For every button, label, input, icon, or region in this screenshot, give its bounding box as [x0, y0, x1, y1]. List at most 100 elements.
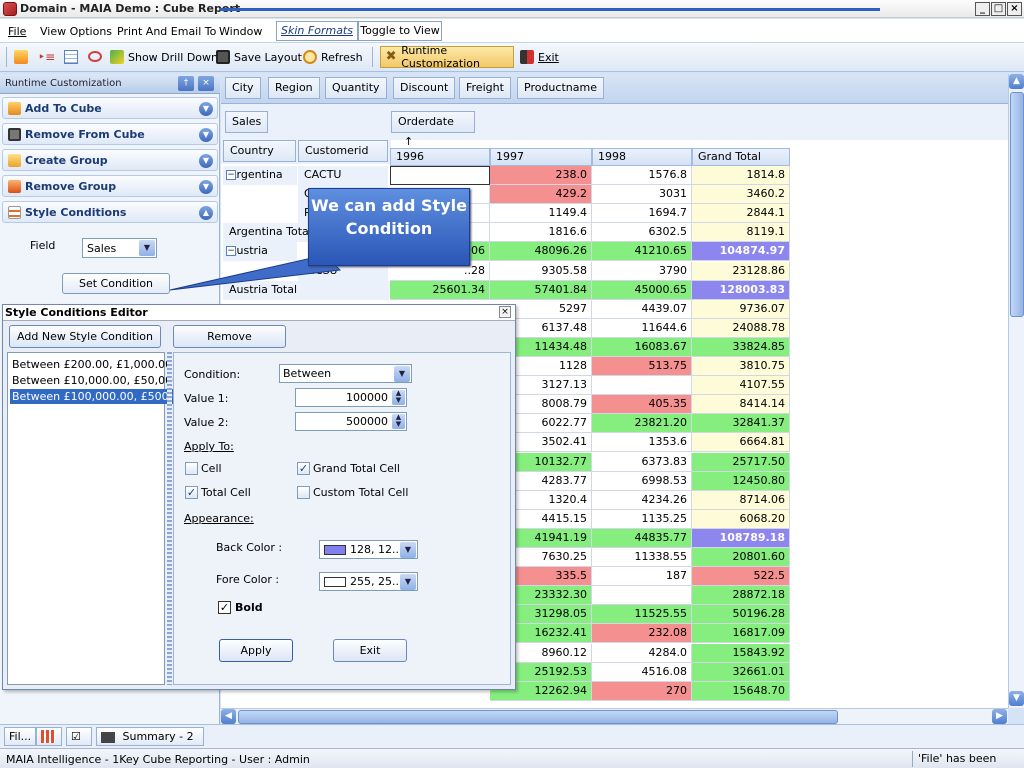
grid-cell[interactable]: 32841.37 — [692, 414, 790, 434]
grid-cell[interactable]: 6998.53 — [592, 471, 692, 491]
apply-button[interactable]: Apply — [219, 639, 293, 662]
section-add-to-cube[interactable]: Add To Cube ▼ — [2, 97, 218, 119]
list-item[interactable]: Between £10,000.00, £50,000 — [10, 373, 181, 388]
save-layout-button[interactable]: Save Layout — [216, 50, 302, 64]
grid-cell[interactable]: 8119.1 — [692, 223, 790, 243]
horizontal-scroll-thumb[interactable] — [238, 710, 838, 724]
chevron-down-icon[interactable]: ▼ — [199, 128, 213, 142]
grid-cell[interactable]: 25717.50 — [692, 452, 790, 472]
grid-cell[interactable] — [390, 166, 490, 185]
list-item-selected[interactable]: Between £100,000.00, £500,0 — [10, 389, 182, 404]
grid-cell[interactable]: 1814.8 — [692, 166, 790, 185]
grid-cell[interactable]: 41210.65 — [592, 242, 692, 262]
section-style-conditions[interactable]: Style Conditions ▲ — [2, 201, 218, 223]
grid-cell[interactable]: 20801.60 — [692, 548, 790, 567]
runtime-customization-button[interactable]: ✖ Runtime Customization — [380, 44, 514, 70]
grid-cell[interactable]: 28872.18 — [692, 586, 790, 606]
close-button[interactable]: × — [1007, 2, 1022, 16]
dim-region[interactable]: Region — [268, 77, 320, 99]
row-field-customerid[interactable]: Customerid ↑ — [298, 140, 388, 177]
vertical-scroll-thumb[interactable] — [1010, 92, 1024, 317]
show-drill-down-button[interactable]: Show Drill Down — [110, 50, 218, 64]
grid-cell[interactable]: 187 — [592, 567, 692, 587]
add-style-condition-button[interactable]: Add New Style Condition — [9, 325, 161, 348]
grid-cell[interactable]: 6302.5 — [592, 223, 692, 243]
grid-cell[interactable]: 45000.65 — [592, 280, 692, 300]
chevron-down-icon[interactable]: ▼ — [199, 102, 213, 116]
section-create-group[interactable]: Create Group ▼ — [2, 149, 218, 171]
scroll-left-icon[interactable]: ◀ — [221, 709, 236, 724]
grid-cell[interactable]: 1135.25 — [592, 509, 692, 529]
list-item[interactable]: Between £200.00, £1,000.00 — [10, 357, 174, 372]
exit-button[interactable]: Exit — [520, 50, 559, 64]
refresh-button[interactable]: Refresh — [303, 50, 363, 64]
section-remove-group[interactable]: Remove Group ▼ — [2, 175, 218, 197]
grid-cell[interactable]: 33824.85 — [692, 337, 790, 357]
grid-cell[interactable]: 57401.84 — [490, 280, 592, 300]
grid-cell[interactable]: 4439.07 — [592, 299, 692, 319]
condition-select[interactable]: Between ▼ — [279, 364, 412, 383]
grid-cell[interactable]: 9305.58 — [490, 261, 592, 281]
grid-cell[interactable]: 104874.97 — [692, 242, 790, 262]
check-tab-icon[interactable]: ☑ — [66, 727, 92, 746]
grid-cell[interactable]: 11525.55 — [592, 605, 692, 625]
section-remove-from-cube[interactable]: Remove From Cube ▼ — [2, 123, 218, 145]
row-field-country[interactable]: Country ↑ — [223, 140, 296, 177]
grid-cell[interactable]: 128003.83 — [692, 280, 790, 300]
dim-freight[interactable]: Freight — [459, 77, 511, 99]
grid-cell[interactable]: 3031 — [592, 185, 692, 205]
grid-cell[interactable]: 522.5 — [692, 567, 790, 587]
chart-tab-icon[interactable] — [36, 727, 62, 746]
grid-cell[interactable]: 44835.77 — [592, 528, 692, 548]
menu-file[interactable]: File — [8, 25, 26, 38]
grid-cell[interactable]: 8414.14 — [692, 395, 790, 415]
maximize-button[interactable]: □ — [991, 2, 1006, 16]
pin-icon[interactable]: † — [178, 76, 194, 91]
row-customer-label[interactable]: CACTU — [298, 166, 388, 185]
minimize-button[interactable]: _ — [975, 2, 990, 16]
spinner-icon[interactable]: ▲ ▼ — [392, 390, 405, 405]
grid-cell[interactable]: 1149.4 — [490, 204, 592, 224]
bold-checkbox[interactable]: ✓ — [218, 601, 231, 614]
custom-total-cell-checkbox[interactable] — [297, 486, 310, 499]
scroll-right-icon[interactable]: ▶ — [992, 709, 1007, 724]
grid-cell[interactable]: 108789.18 — [692, 528, 790, 548]
grid-cell[interactable]: 1694.7 — [592, 204, 692, 224]
grid-cell[interactable]: 4516.08 — [592, 662, 692, 682]
grid-cell[interactable]: 2844.1 — [692, 204, 790, 224]
back-color-picker[interactable]: 128, 12... ▼ — [319, 540, 418, 559]
chevron-down-icon[interactable]: ▼ — [400, 574, 416, 590]
grid-cell[interactable] — [592, 586, 692, 606]
menu-print-email[interactable]: Print And Email To — [117, 25, 216, 38]
column-field-orderdate[interactable]: Orderdate ↑ — [391, 111, 475, 148]
grid-cell[interactable]: 12450.80 — [692, 471, 790, 491]
grid-cell[interactable]: 15843.92 — [692, 643, 790, 663]
grid-cell[interactable]: 1353.6 — [592, 433, 692, 453]
grid-cell[interactable]: 8714.06 — [692, 490, 790, 510]
comment-icon[interactable] — [88, 51, 102, 62]
grid-cell[interactable]: 1816.6 — [490, 223, 592, 243]
condition-list[interactable]: Between £200.00, £1,000.00 Between £10,0… — [7, 352, 182, 685]
value2-input[interactable]: 500000 ▲ ▼ — [295, 412, 407, 431]
tab-file[interactable]: Fil... — [4, 727, 37, 746]
grid-cell[interactable]: 3460.2 — [692, 185, 790, 205]
grid-cell[interactable]: 1576.8 — [592, 166, 692, 185]
grid-cell[interactable]: 24088.78 — [692, 318, 790, 338]
chevron-down-icon[interactable]: ▼ — [199, 154, 213, 168]
tab-summary[interactable]: Summary - 2 — [96, 727, 204, 746]
grid-cell[interactable]: 3810.75 — [692, 357, 790, 376]
chevron-up-icon[interactable]: ▲ — [199, 206, 213, 220]
measure-sales[interactable]: Sales — [225, 111, 269, 133]
grid-cell[interactable]: 23128.86 — [692, 261, 790, 281]
chevron-down-icon[interactable]: ▼ — [394, 366, 410, 382]
grid-cell[interactable]: 405.35 — [592, 395, 692, 415]
grid-cell[interactable]: 50196.28 — [692, 605, 790, 625]
grid-cell[interactable]: 238.0 — [490, 166, 592, 185]
grand-total-cell-checkbox[interactable]: ✓ — [297, 462, 310, 475]
chevron-down-icon[interactable]: ▼ — [400, 542, 416, 558]
grid-cell[interactable]: 25601.34 — [390, 280, 490, 300]
column-header[interactable]: 1996 — [390, 148, 490, 166]
scroll-down-icon[interactable]: ▼ — [1009, 691, 1024, 706]
grid-cell[interactable]: 9736.07 — [692, 299, 790, 319]
total-cell-checkbox[interactable]: ✓ — [185, 486, 198, 499]
